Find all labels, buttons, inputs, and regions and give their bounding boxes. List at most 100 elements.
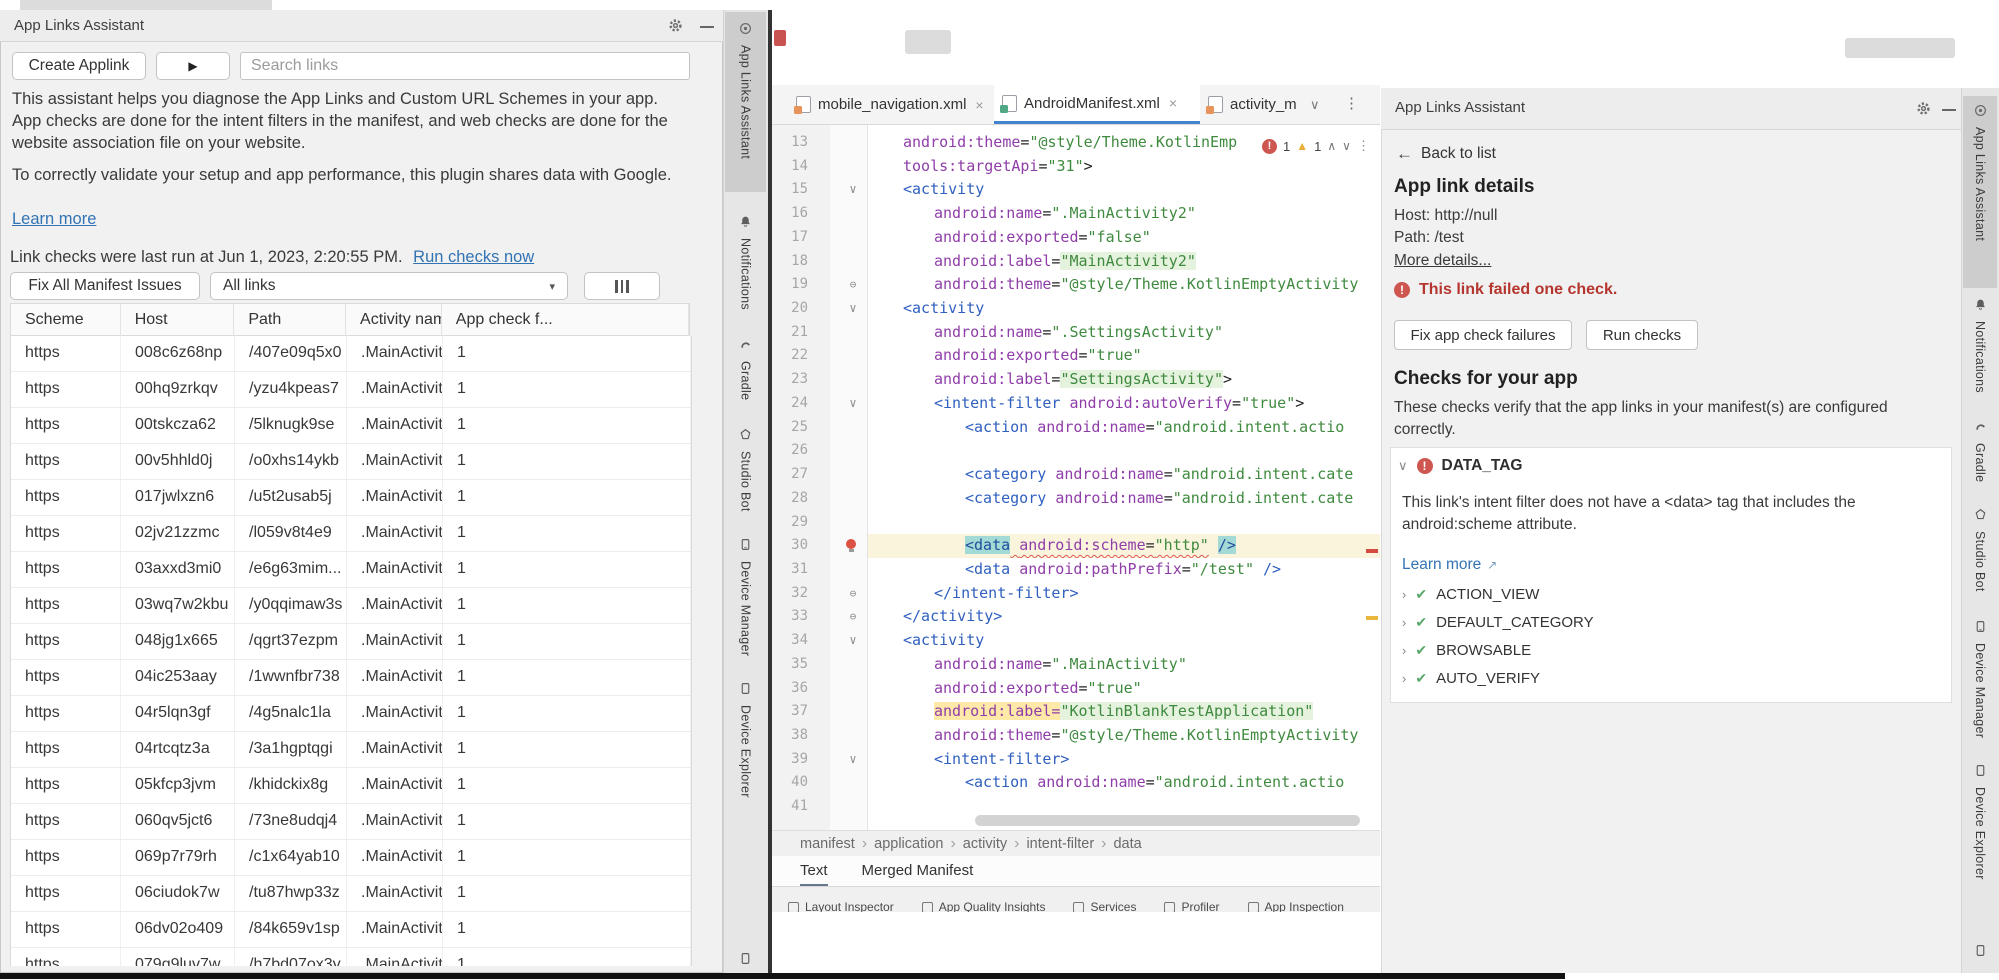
statusbar-item-layout-inspector[interactable]: Layout Inspector xyxy=(788,900,894,912)
check-row-default_category[interactable]: ›✔DEFAULT_CATEGORY xyxy=(1402,614,1594,631)
fold-minus-icon[interactable]: ⊖ xyxy=(844,273,862,297)
column-header[interactable]: Path xyxy=(234,304,346,337)
code-line[interactable]: 19⊖android:theme="@style/Theme.KotlinEmp… xyxy=(772,273,1380,297)
code-line[interactable]: 39∨<intent-filter> xyxy=(772,748,1380,772)
code-line[interactable]: 31<data android:pathPrefix="/test" /> xyxy=(772,558,1380,582)
tool-strip-tab-device-explorer[interactable]: Device Explorer xyxy=(723,682,768,798)
tool-strip-tab-device-manager[interactable]: Device Manager xyxy=(1961,620,1999,738)
table-row[interactable]: https06ciudok7w/tu87hwp33z.MainActivity1 xyxy=(11,876,691,912)
table-row[interactable]: https069p7r79rh/c1x64yab10.MainActivity1 xyxy=(11,840,691,876)
tool-strip-tab-studio-bot[interactable]: Studio Bot xyxy=(723,428,768,512)
fold-chevron-icon[interactable]: ∨ xyxy=(844,629,862,653)
code-line[interactable]: 18android:label="MainActivity2" xyxy=(772,250,1380,274)
back-to-list[interactable]: ← Back to list xyxy=(1396,144,1496,164)
code-line[interactable]: 34∨<activity xyxy=(772,629,1380,653)
quickfix-bulb-icon[interactable] xyxy=(846,539,856,549)
tool-strip-tab-app-links-assistant[interactable]: App Links Assistant xyxy=(1961,104,1999,241)
data-tag-learn-more[interactable]: Learn more ↗ xyxy=(1402,556,1497,574)
table-row[interactable]: https048jg1x665/qgrt37ezpm.MainActivity1 xyxy=(11,624,691,660)
code-line[interactable]: 32⊖</intent-filter> xyxy=(772,582,1380,606)
column-header[interactable]: App check f... xyxy=(442,304,689,337)
editor-tab-mobile_navigation.xml[interactable]: mobile_navigation.xml× xyxy=(788,85,994,124)
code-line[interactable]: 27<category android:name="android.intent… xyxy=(772,463,1380,487)
fold-chevron-icon[interactable]: ∨ xyxy=(844,748,862,772)
tool-strip-tab-notifications[interactable]: Notifications xyxy=(1961,298,1999,393)
fix-app-check-failures-button[interactable]: Fix app check failures xyxy=(1394,320,1572,350)
code-line[interactable]: 29 xyxy=(772,511,1380,535)
fold-chevron-icon[interactable]: ∨ xyxy=(844,178,862,202)
statusbar-item-app-inspection[interactable]: App Inspection xyxy=(1248,900,1344,912)
table-row[interactable]: https079g9luv7w/h7bd07ox3y.MainActivity1 xyxy=(11,948,691,966)
code-line[interactable]: 14tools:targetApi="31"> xyxy=(772,155,1380,179)
error-stripe-red-mark[interactable] xyxy=(1366,549,1378,553)
code-line[interactable]: 40<action android:name="android.intent.a… xyxy=(772,771,1380,795)
table-row[interactable]: https008c6z68np/407e09q5x0.MainActivity1 xyxy=(11,336,691,372)
table-row[interactable]: https02jv21zzmc/l059v8t4e9.MainActivity1 xyxy=(11,516,691,552)
run-play-button[interactable]: ▶ xyxy=(156,52,230,80)
run-checks-button[interactable]: Run checks xyxy=(1586,320,1698,350)
links-table-header[interactable]: SchemeHostPathActivity nameApp check f..… xyxy=(10,303,690,336)
close-tab-icon[interactable]: × xyxy=(1169,95,1177,111)
table-row[interactable]: https00v5hhld0j/o0xhs14ykb.MainActivity1 xyxy=(11,444,691,480)
fold-minus-icon[interactable]: ⊖ xyxy=(844,605,862,629)
inspections-kebab-icon[interactable]: ⋮ xyxy=(1357,138,1370,154)
table-row[interactable]: https00hq9zrkqv/yzu4kpeas7.MainActivity1 xyxy=(11,372,691,408)
left-window-titlebar[interactable]: App Links Assistant xyxy=(0,10,723,42)
code-line[interactable]: 30<data android:scheme="http" /> xyxy=(772,534,1380,558)
tool-strip-tab-gradle[interactable]: Gradle xyxy=(1961,420,1999,482)
run-checks-now-link[interactable]: Run checks now xyxy=(413,248,534,266)
tab-overflow-chevron-icon[interactable]: ∨ xyxy=(1310,97,1320,113)
fix-all-manifest-issues-button[interactable]: Fix All Manifest Issues xyxy=(10,272,200,300)
tool-strip-tab-studio-bot[interactable]: Studio Bot xyxy=(1961,508,1999,592)
tool-strip-tab-device-explorer[interactable]: Device Explorer xyxy=(1961,764,1999,880)
close-tab-icon[interactable]: × xyxy=(975,97,983,113)
next-issue-icon[interactable]: ∨ xyxy=(1342,139,1351,153)
table-row[interactable]: https04r5lqn3gf/4g5nalc1la.MainActivity1 xyxy=(11,696,691,732)
breadcrumb-item-application[interactable]: application xyxy=(874,836,943,852)
statusbar-item-services[interactable]: Services xyxy=(1073,900,1136,912)
data-tag-row[interactable]: ∨ ! DATA_TAG xyxy=(1398,457,1522,475)
tool-strip-tab-notifications[interactable]: Notifications xyxy=(723,215,768,310)
code-line[interactable]: 17android:exported="false" xyxy=(772,226,1380,250)
fold-chevron-icon[interactable]: ∨ xyxy=(844,297,862,321)
code-line[interactable]: 37android:label="KotlinBlankTestApplicat… xyxy=(772,700,1380,724)
column-header[interactable]: Activity name xyxy=(346,304,442,337)
left-minimize-icon[interactable] xyxy=(700,26,714,28)
code-line[interactable]: 26 xyxy=(772,439,1380,463)
breadcrumb-item-activity[interactable]: activity xyxy=(963,836,1007,852)
tab-kebab-icon[interactable]: ⋮ xyxy=(1344,94,1359,112)
breadcrumb-item-manifest[interactable]: manifest xyxy=(800,836,855,852)
code-line[interactable]: 23android:label="SettingsActivity"> xyxy=(772,368,1380,392)
more-details-link[interactable]: More details... xyxy=(1394,250,1491,272)
fold-chevron-icon[interactable]: ∨ xyxy=(844,392,862,416)
check-row-auto_verify[interactable]: ›✔AUTO_VERIFY xyxy=(1402,670,1540,687)
code-line[interactable]: 28<category android:name="android.intent… xyxy=(772,487,1380,511)
code-line[interactable]: 33⊖</activity> xyxy=(772,605,1380,629)
table-row[interactable]: https03wq7w2kbu/y0qqimaw3s.MainActivity1 xyxy=(11,588,691,624)
partial-tool-icon[interactable] xyxy=(1974,944,1987,962)
warning-count-icon[interactable]: ▲ xyxy=(1296,139,1308,153)
left-gear-icon[interactable] xyxy=(668,18,683,38)
editor-tab-activity_m[interactable]: activity_m xyxy=(1200,85,1300,124)
breadcrumb-item-intent-filter[interactable]: intent-filter xyxy=(1026,836,1094,852)
table-row[interactable]: https04ic253aay/1wwnfbr738.MainActivity1 xyxy=(11,660,691,696)
partial-tool-icon[interactable] xyxy=(739,952,752,970)
search-links-input[interactable] xyxy=(240,52,690,80)
horizontal-scrollbar-thumb[interactable] xyxy=(975,815,1360,826)
tool-strip-tab-app-links-assistant[interactable]: App Links Assistant xyxy=(723,22,768,159)
column-header[interactable]: Scheme xyxy=(11,304,121,337)
tool-strip-tab-gradle[interactable]: Gradle xyxy=(723,338,768,400)
learn-more-link[interactable]: Learn more xyxy=(12,208,96,230)
prev-issue-icon[interactable]: ∧ xyxy=(1327,139,1336,153)
table-row[interactable]: https04rtcqtz3a/3a1hgptqgi.MainActivity1 xyxy=(11,732,691,768)
code-line[interactable]: 36android:exported="true" xyxy=(772,677,1380,701)
view-tab-merged-manifest[interactable]: Merged Manifest xyxy=(862,862,974,887)
code-line[interactable]: 25<action android:name="android.intent.a… xyxy=(772,416,1380,440)
statusbar-item-profiler[interactable]: Profiler xyxy=(1164,900,1219,912)
table-row[interactable]: https00tskcza62/5lknugk9se.MainActivity1 xyxy=(11,408,691,444)
assistant-panel-titlebar[interactable]: App Links Assistant xyxy=(1381,88,1961,130)
table-row[interactable]: https060qv5jct6/73ne8udqj4.MainActivity1 xyxy=(11,804,691,840)
table-row[interactable]: https06dv02o409/84k659v1sp.MainActivity1 xyxy=(11,912,691,948)
editor-tab-AndroidManifest.xml[interactable]: AndroidManifest.xml× xyxy=(994,85,1200,124)
fold-minus-icon[interactable]: ⊖ xyxy=(844,582,862,606)
